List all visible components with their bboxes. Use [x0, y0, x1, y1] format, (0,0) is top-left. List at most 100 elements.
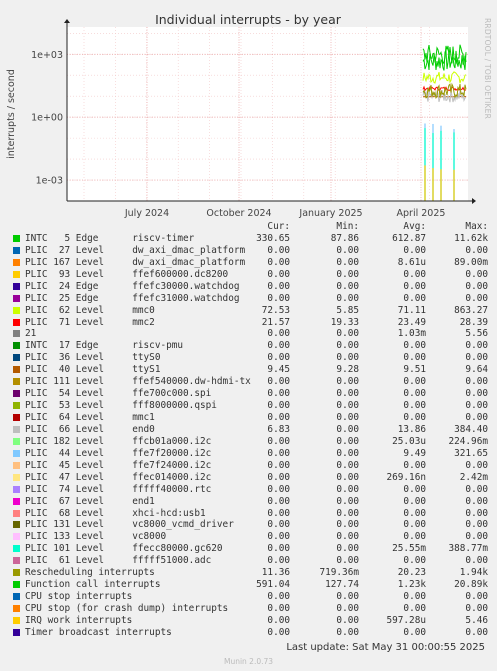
series-max-value: 388.77m: [448, 543, 488, 555]
series-min-value: 0.00: [336, 340, 359, 352]
series-avg-value: 0.00: [403, 603, 426, 614]
legend-swatch: [13, 497, 20, 505]
series-name: Timer broadcast interrupts: [25, 626, 172, 638]
series-avg-value: 8.61u: [397, 256, 426, 268]
series-cur-value: 0.00: [267, 352, 290, 364]
series-cur-value: 591.04: [256, 579, 290, 591]
series-avg-value: 0.00: [403, 292, 426, 304]
series-max-value: 20.89k: [454, 579, 488, 591]
series-name: PLIC 93 Level ffef600000.dc8200: [25, 268, 229, 280]
series-name: 21: [25, 328, 37, 340]
series-cur-value: 0.00: [267, 483, 290, 495]
series-max-value: 321.65: [454, 447, 488, 459]
series-cur-value: 9.45: [267, 364, 290, 376]
series-min-value: 5.85: [336, 304, 359, 316]
series-cur-value: 0.00: [267, 340, 290, 352]
series-max-value: 5.46: [465, 614, 488, 626]
series-min-value: 0.00: [336, 531, 359, 543]
series-cur-value: 0.00: [267, 495, 290, 507]
series-max-value: 0.00: [465, 519, 488, 531]
series-name: PLIC 45 Level ffe7f24000.i2c: [25, 459, 212, 471]
legend-swatch: [13, 473, 20, 481]
legend-swatch: [13, 461, 20, 469]
series-max-value: 0.00: [465, 376, 488, 388]
legend-swatch: [13, 330, 20, 338]
y-axis-label: interrupts / second: [6, 69, 17, 159]
series-name: PLIC 67 Level end1: [25, 495, 155, 507]
series-min-value: 0.00: [336, 244, 359, 256]
series-avg-value: 0.00: [403, 519, 426, 531]
series-max-value: 384.40: [454, 423, 488, 435]
series-avg-value: 9.49: [403, 447, 426, 459]
series-max-value: 0.00: [465, 340, 488, 352]
series-min-value: 0.00: [336, 471, 359, 483]
series-avg-value: 0.00: [403, 388, 426, 400]
last-update-text: Last update: Sat May 31 00:00:55 2025: [286, 642, 485, 653]
series-max-value: 0.00: [465, 495, 488, 507]
series-max-value: 0.00: [465, 531, 488, 543]
legend-swatch: [13, 282, 20, 290]
series-name: PLIC 68 Level xhci-hcd:usb1: [25, 507, 206, 519]
series-min-value: 0.00: [336, 400, 359, 412]
series-max-value: 0.00: [465, 352, 488, 364]
series-avg-value: 71.11: [397, 304, 426, 316]
series-max-value: 1.94k: [459, 567, 488, 579]
series-name: PLIC 131 Level vc8000_vcmd_driver: [25, 519, 234, 531]
series-avg-value: 0.00: [403, 280, 426, 292]
series-cur-value: 0.00: [267, 447, 290, 459]
x-tick-label: October 2024: [206, 208, 271, 219]
series-avg-value: 0.00: [403, 412, 426, 423]
series-avg-value: 20.23: [397, 567, 426, 579]
series-avg-value: 0.00: [403, 352, 426, 364]
legend-swatch: [13, 306, 20, 314]
series-cur-value: 0.00: [267, 435, 290, 447]
legend-swatch: [13, 616, 20, 624]
y-axis-arrow-icon: [64, 19, 70, 23]
series-cur-value: 0.00: [267, 591, 290, 603]
series-max-value: 0.00: [465, 412, 488, 423]
plot-area: [67, 27, 468, 201]
legend-swatch: [13, 545, 20, 553]
series-min-value: 0.00: [336, 495, 359, 507]
series-max-value: 0.00: [465, 280, 488, 292]
legend-swatch: [13, 354, 20, 362]
series-avg-value: 0.00: [403, 459, 426, 471]
legend-swatch: [13, 234, 20, 242]
legend-swatch: [13, 509, 20, 517]
series-min-value: 0.00: [336, 328, 359, 340]
x-axis-arrow-icon: [472, 198, 476, 204]
series-max-value: 2.42m: [459, 471, 488, 483]
x-tick-label: July 2024: [124, 208, 169, 219]
series-cur-value: 0.00: [267, 376, 290, 388]
series-avg-value: 597.28u: [386, 614, 426, 626]
series-min-value: 0.00: [336, 352, 359, 364]
series-min-value: 87.86: [330, 232, 359, 244]
series-avg-value: 0.00: [403, 531, 426, 543]
legend-swatch: [13, 342, 20, 350]
y-tick-label: 1e+00: [31, 113, 63, 124]
legend-swatch: [13, 557, 20, 565]
series-name: PLIC 101 Level ffecc80000.gc620: [25, 543, 223, 555]
series-max-value: 89.00m: [454, 256, 488, 268]
series-name: PLIC 64 Level mmc1: [25, 412, 155, 423]
series-name: CPU stop (for crash dump) interrupts: [25, 603, 229, 614]
series-cur-value: 0.00: [267, 626, 290, 638]
series-cur-value: 0.00: [267, 412, 290, 423]
series-max-value: 863.27: [454, 304, 488, 316]
series-avg-value: 0.00: [403, 244, 426, 256]
legend-swatch: [13, 628, 20, 636]
series-min-value: 719.36m: [319, 567, 359, 579]
series-name: CPU stop interrupts: [25, 591, 133, 603]
series-cur-value: 0.00: [267, 388, 290, 400]
series-cur-value: 0.00: [267, 280, 290, 292]
chart: Individual interrupts - by year interrup…: [6, 12, 492, 219]
series-max-value: 0.00: [465, 507, 488, 519]
series-name: IRQ work interrupts: [25, 614, 133, 626]
series-min-value: 0.00: [336, 447, 359, 459]
series-name: Function call interrupts: [25, 579, 161, 591]
series-avg-value: 0.00: [403, 483, 426, 495]
chart-title: Individual interrupts - by year: [155, 12, 342, 27]
series-cur-value: 0.00: [267, 459, 290, 471]
series-name: PLIC 53 Level fff8000000.qspi: [25, 400, 217, 412]
rrdtool-credit: RRDTOOL / TOBI OETIKER: [483, 18, 492, 119]
